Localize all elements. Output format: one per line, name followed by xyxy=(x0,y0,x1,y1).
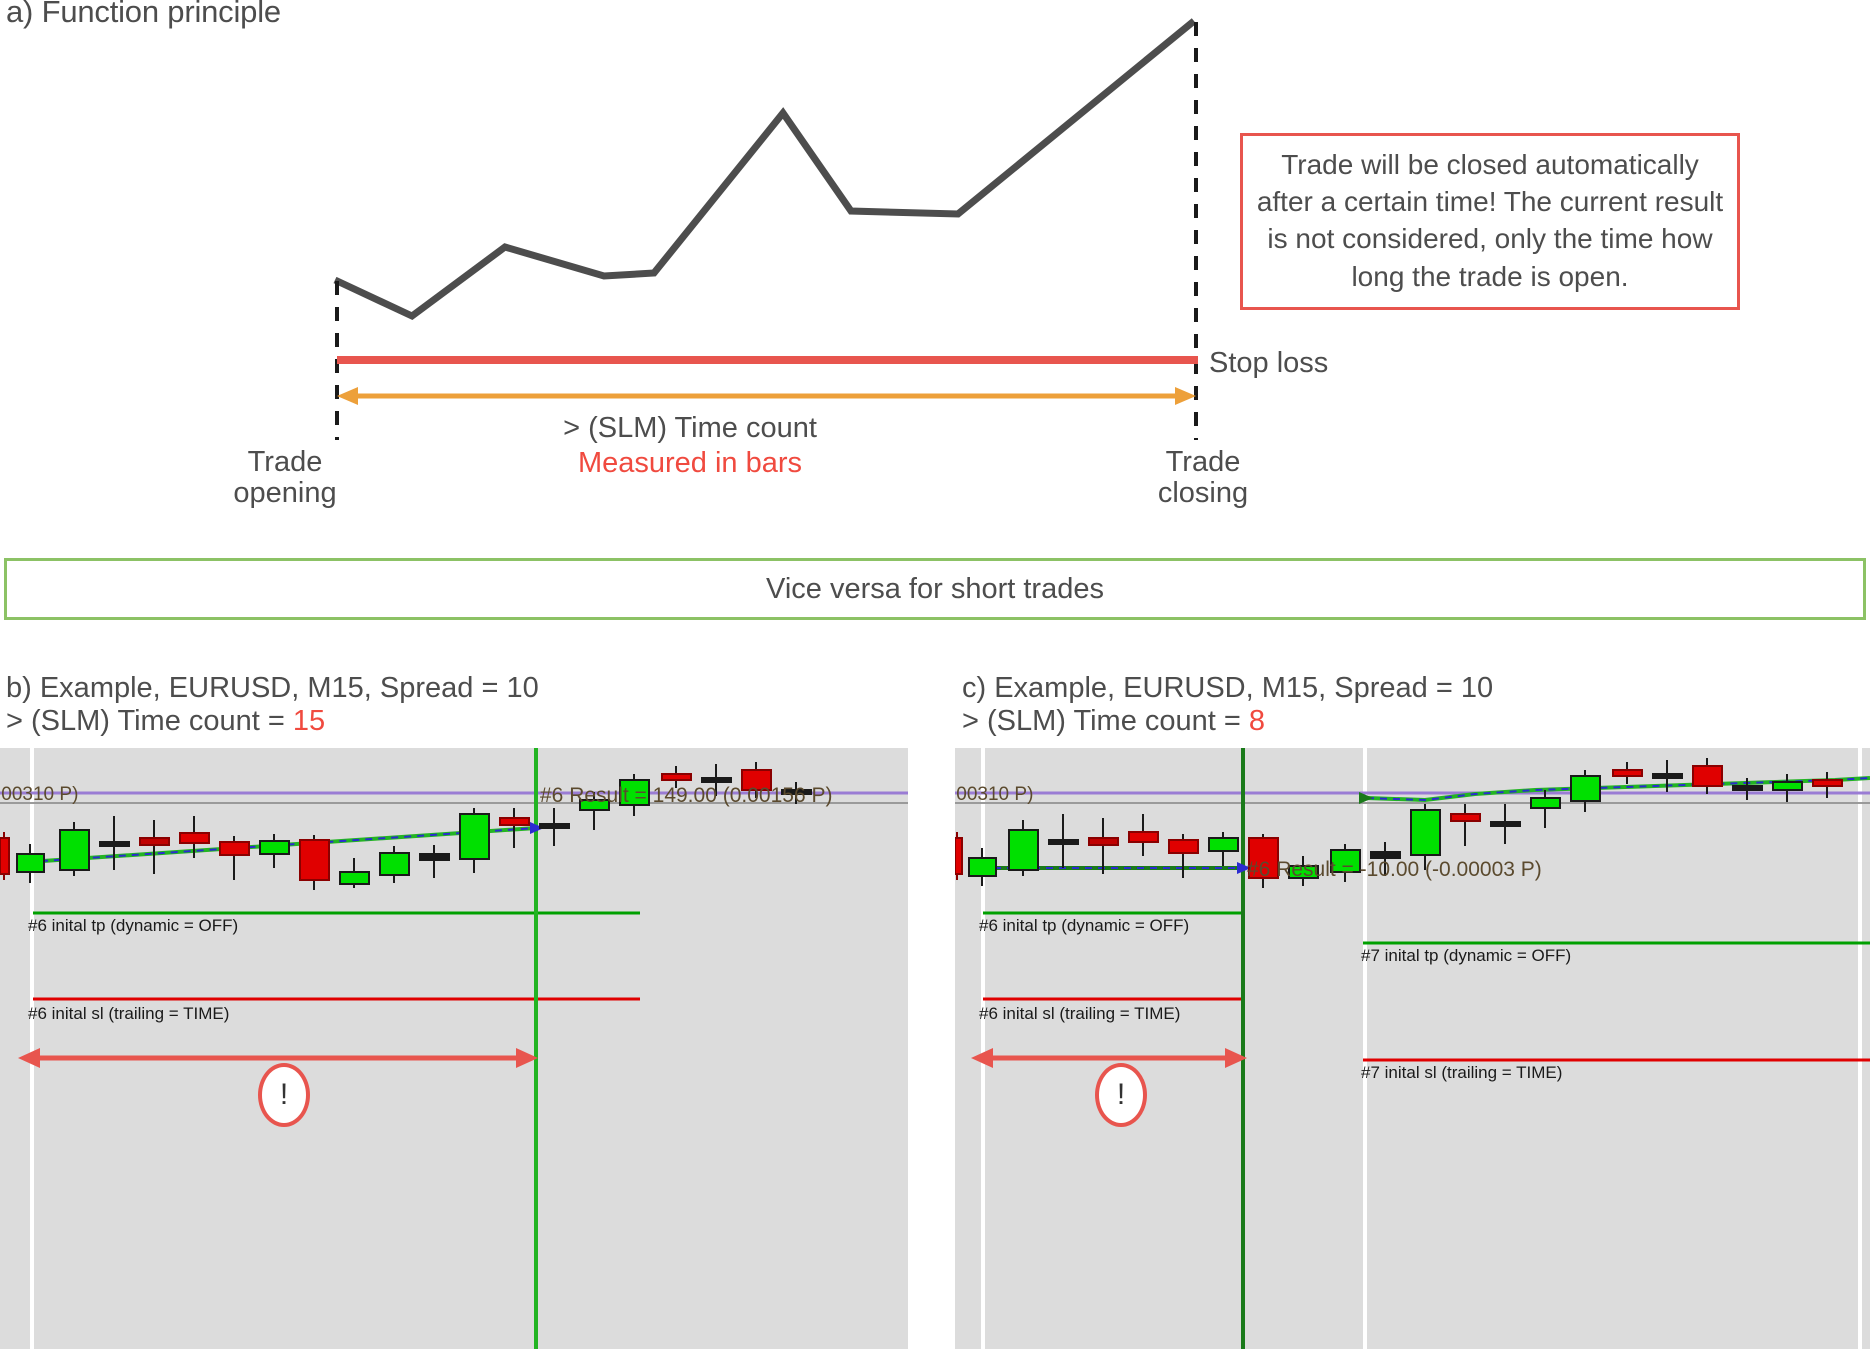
time-count-label: > (SLM) Time count xyxy=(563,412,817,444)
warning-marker-c-text: ! xyxy=(1116,1078,1126,1111)
tp6-label-c: #6 inital tp (dynamic = OFF) xyxy=(979,916,1190,935)
example-b-timecount-value: 15 xyxy=(292,705,326,738)
price-label-c: .00310 P) xyxy=(955,784,1034,805)
example-b-heading: b) Example, EURUSD, M15, Spread = 10 > (… xyxy=(6,672,539,739)
example-c-line2: > (SLM) Time count = 8 xyxy=(962,705,1493,738)
trade-opening-label: Trade opening xyxy=(233,446,337,510)
example-c-line2-prefix: > (SLM) Time count = xyxy=(962,705,1249,738)
result-label-b: #6 Result = 149.00 (0.00156 P) xyxy=(540,784,833,807)
warning-marker-c: ! xyxy=(1095,1063,1147,1127)
example-b-line1: b) Example, EURUSD, M15, Spread = 10 xyxy=(6,672,539,704)
example-b-line2-prefix: > (SLM) Time count = xyxy=(6,705,293,738)
callout-box: Trade will be closed automatically after… xyxy=(1240,133,1740,310)
mt4-chart-panel-c[interactable]: #6 inital tp (dynamic = OFF) #6 inital s… xyxy=(955,748,1870,1349)
mt4-chart-panel-b[interactable]: #6 inital tp (dynamic = OFF) #6 inital s… xyxy=(0,748,908,1349)
example-c-timecount-value: 8 xyxy=(1248,705,1266,738)
example-c-heading: c) Example, EURUSD, M15, Spread = 10 > (… xyxy=(962,672,1493,739)
time-count-arrow xyxy=(337,387,1196,405)
measured-in-bars-label: Measured in bars xyxy=(577,447,803,479)
tp7-label-c: #7 inital tp (dynamic = OFF) xyxy=(1361,946,1572,965)
warning-marker-b: ! xyxy=(258,1063,310,1127)
sl-label-b: #6 inital sl (trailing = TIME) xyxy=(28,1004,230,1023)
tp-label-b: #6 inital tp (dynamic = OFF) xyxy=(28,916,239,935)
warning-marker-b-text: ! xyxy=(279,1078,289,1111)
sl7-label-c: #7 inital sl (trailing = TIME) xyxy=(1361,1063,1563,1082)
trade-closing-label: Trade closing xyxy=(1157,446,1249,510)
vice-versa-box: Vice versa for short trades xyxy=(4,558,1866,620)
price-polyline xyxy=(333,18,1197,321)
result-label-c: #6 Result = -10.00 (-0.00003 P) xyxy=(1247,858,1542,881)
price-label-b: .00310 P) xyxy=(0,784,79,805)
example-b-line2: > (SLM) Time count = 15 xyxy=(6,705,539,738)
mt4-chart-b-canvas xyxy=(0,748,908,1349)
callout-text: Trade will be closed automatically after… xyxy=(1256,149,1724,292)
vice-versa-text: Vice versa for short trades xyxy=(766,572,1104,605)
stop-loss-label: Stop loss xyxy=(1209,347,1329,379)
mt4-chart-c-canvas xyxy=(955,748,1870,1349)
sl6-label-c: #6 inital sl (trailing = TIME) xyxy=(979,1004,1181,1023)
example-c-line1: c) Example, EURUSD, M15, Spread = 10 xyxy=(962,672,1494,704)
